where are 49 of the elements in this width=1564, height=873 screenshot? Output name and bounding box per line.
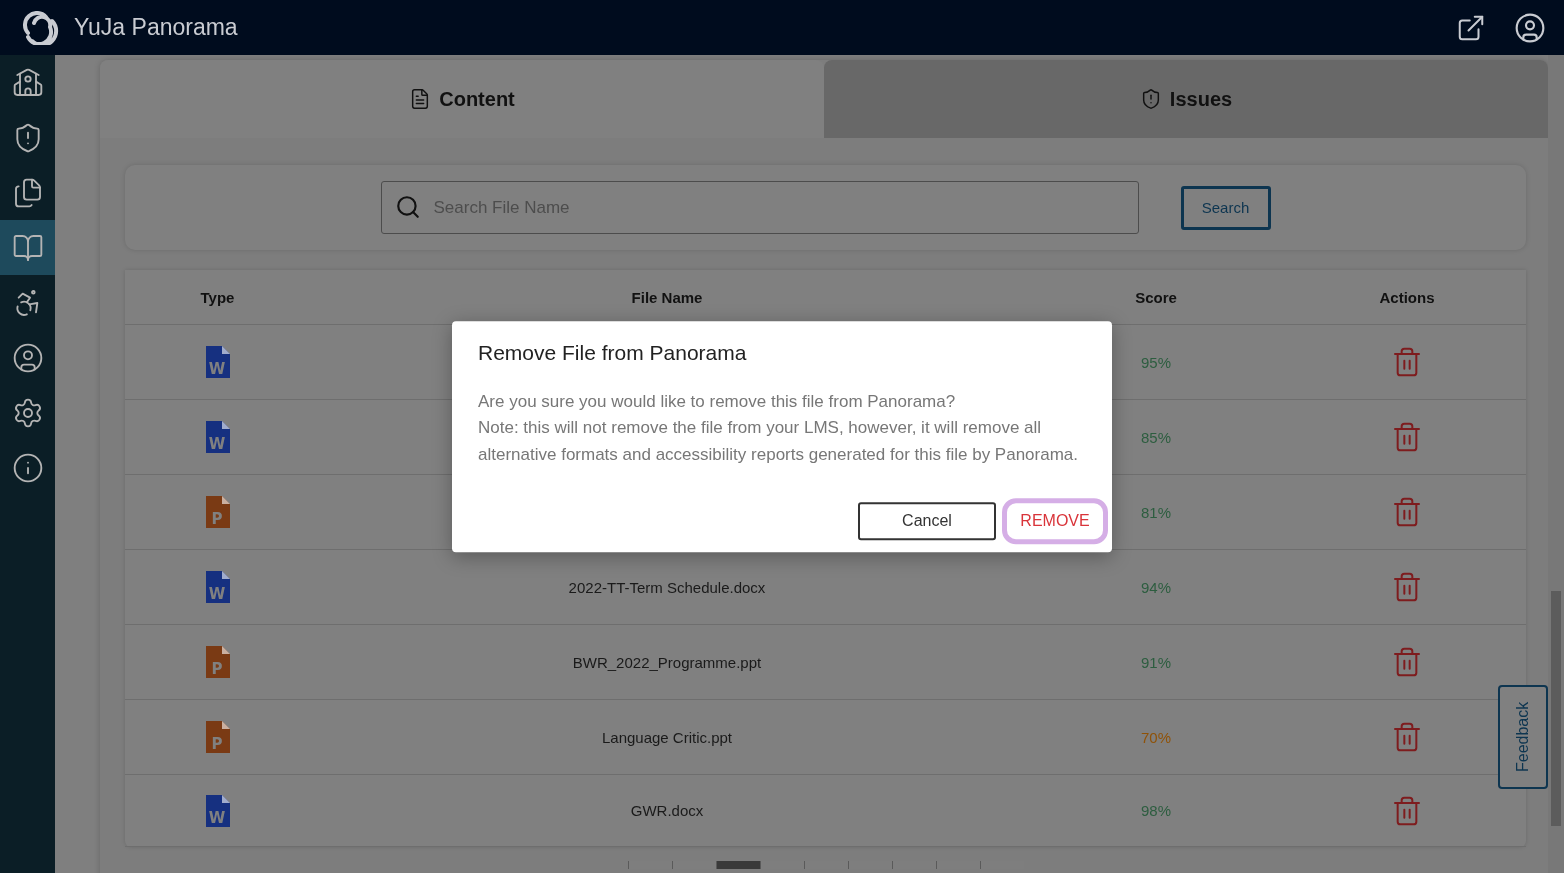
trash-icon[interactable] [1391,721,1423,753]
feedback-button[interactable]: Feedback [1498,685,1548,789]
scrollbar[interactable] [1548,55,1564,873]
column-header: Actions [1379,288,1435,306]
search-icon [394,194,421,220]
user-icon[interactable] [1514,11,1546,44]
dialog-text: Note: this will not remove the file from your LMS, however, it will remove all alternative formats and accessibility reports generated for this file by Panorama. [478,417,1078,466]
file-icon: W [205,346,230,378]
file-name: GWR.docx [630,802,704,819]
score-text: 91% [1141,653,1171,671]
score-text: 94% [1141,578,1171,596]
cancel-button[interactable]: Cancel [858,502,996,541]
trash-icon[interactable] [1391,571,1423,603]
file-icon: P [205,496,230,528]
trash-icon[interactable] [1391,496,1423,528]
trash-icon[interactable] [1391,794,1423,827]
search-button[interactable]: Search [1180,185,1271,230]
tab[interactable]: Issues [824,60,1548,138]
column-header: Type [200,288,235,306]
trash-icon[interactable] [1391,646,1423,678]
tab-label: Content [439,87,515,111]
dialog-title: Remove File from Panorama [478,340,748,365]
score-text: 98% [1141,802,1171,819]
file-icon: W [205,571,230,603]
column-header: Score [1135,288,1177,306]
score-text: 95% [1141,353,1171,371]
page-button[interactable] [715,861,760,869]
sidebar-item[interactable] [0,220,55,275]
file-icon: P [205,646,230,678]
file-name: BWR_2022_Programme.ppt [572,653,762,671]
dialog-text: Are you sure you would like to remove this file from Panorama? [478,390,957,413]
logo-icon [20,10,60,45]
school-icon [11,66,44,99]
remove-button[interactable]: REMOVE [1002,498,1108,545]
trash-icon[interactable] [1391,346,1423,378]
score-text: 70% [1141,728,1171,746]
file-icon: W [205,794,230,827]
column-header: File Name [631,288,703,306]
score-text: 85% [1141,428,1171,446]
score-text: 81% [1141,503,1171,521]
file-icon: W [205,421,230,453]
file-name: 2022-TT-Term Schedule.docx [568,578,766,596]
user-icon [11,341,44,374]
tab-label: Issues [1169,87,1233,111]
file-name: Language Critic.ppt [601,728,733,746]
file-icon: P [205,721,230,753]
trash-icon[interactable] [1391,421,1423,453]
info-icon [11,451,44,484]
app-title: YuJa Panorama [74,14,239,41]
